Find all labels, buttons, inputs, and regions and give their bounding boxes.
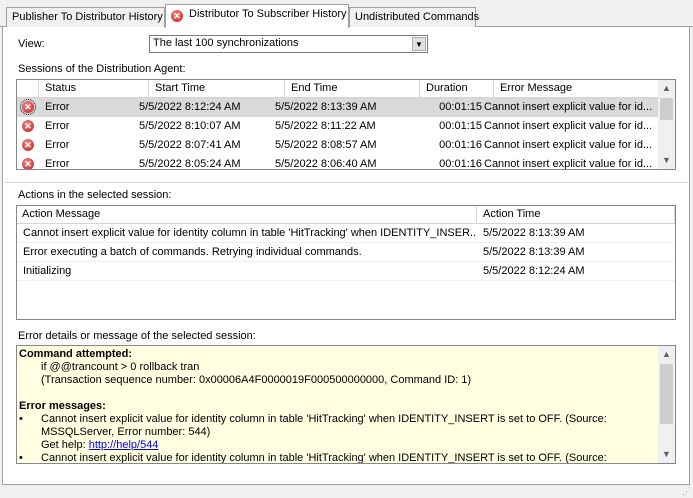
session-row[interactable]: ✕ Error 5/5/2022 8:12:24 AM 5/5/2022 8:1… <box>17 98 660 117</box>
scroll-up-icon[interactable]: ▲ <box>658 80 675 97</box>
column-header-error-message[interactable]: Error Message <box>494 80 660 98</box>
column-header-end-time[interactable]: End Time <box>285 80 420 98</box>
error-icon: ✕ <box>171 10 183 22</box>
error-icon: ✕ <box>22 139 34 151</box>
session-start-time: 5/5/2022 8:12:24 AM <box>139 101 241 113</box>
column-header-action-message[interactable]: Action Message <box>17 206 477 224</box>
action-message: Initializing <box>23 265 72 277</box>
details-label: Error details or message of the selected… <box>18 330 256 342</box>
action-row[interactable]: Error executing a batch of commands. Ret… <box>17 243 675 262</box>
scroll-thumb[interactable] <box>660 98 673 120</box>
scroll-up-icon[interactable]: ▲ <box>658 346 675 363</box>
session-end-time: 5/5/2022 8:11:22 AM <box>275 120 376 132</box>
session-error-message: Cannot insert explicit value for id... <box>484 139 653 151</box>
action-row[interactable]: Cannot insert explicit value for identit… <box>17 224 675 243</box>
error-icon: ✕ <box>22 120 34 132</box>
details-scrollbar[interactable]: ▲ ▼ <box>658 346 675 463</box>
session-row[interactable]: ✕ Error 5/5/2022 8:07:41 AM 5/5/2022 8:0… <box>17 136 660 155</box>
tab-label: Distributor To Subscriber History <box>189 8 347 20</box>
action-message: Error executing a batch of commands. Ret… <box>23 246 362 258</box>
command-heading: Command attempted: <box>19 348 133 360</box>
error-details-text: Command attempted: if @@trancount > 0 ro… <box>19 348 657 464</box>
command-line: (Transaction sequence number: 0x00006A4F… <box>41 374 472 386</box>
splitter[interactable] <box>5 182 688 183</box>
view-dropdown[interactable]: The last 100 synchronizations ▼ <box>149 35 428 53</box>
column-header-duration[interactable]: Duration <box>420 80 494 98</box>
column-header-status[interactable]: Status <box>39 80 149 98</box>
tab-label: Undistributed Commands <box>355 11 480 23</box>
scroll-down-icon[interactable]: ▼ <box>658 446 675 463</box>
session-start-time: 5/5/2022 8:07:41 AM <box>139 139 241 151</box>
error-message-item: • Cannot insert explicit value for ident… <box>19 452 657 464</box>
tab-bar: Publisher To Distributor History ✕ Distri… <box>0 0 693 28</box>
session-end-time: 5/5/2022 8:08:57 AM <box>275 139 377 151</box>
bullet-icon: • <box>19 413 23 425</box>
messages-heading: Error messages: <box>19 400 106 412</box>
actions-label: Actions in the selected session: <box>18 189 172 201</box>
session-start-time: 5/5/2022 8:10:07 AM <box>139 120 241 132</box>
sessions-label: Sessions of the Distribution Agent: <box>18 63 186 75</box>
tab-distributor-to-subscriber[interactable]: ✕ Distributor To Subscriber History <box>165 4 349 28</box>
error-icon: ✕ <box>20 99 36 115</box>
tab-label: Publisher To Distributor History <box>12 11 163 23</box>
session-error-message: Cannot insert explicit value for id... <box>484 101 653 113</box>
view-label: View: <box>18 38 45 50</box>
view-selected-value: The last 100 synchronizations <box>153 37 299 49</box>
error-message-item: • Cannot insert explicit value for ident… <box>19 413 657 439</box>
action-row[interactable]: Initializing 5/5/2022 8:12:24 AM <box>17 262 675 281</box>
scroll-down-icon[interactable]: ▼ <box>658 152 675 169</box>
help-link[interactable]: http://help/544 <box>89 439 159 451</box>
column-header-icon <box>17 80 39 98</box>
status-bar: ⋰ <box>0 485 693 498</box>
tab-publisher-to-distributor[interactable]: Publisher To Distributor History <box>6 7 165 27</box>
scroll-thumb[interactable] <box>660 364 673 424</box>
column-header-action-time[interactable]: Action Time <box>477 206 675 224</box>
session-row[interactable]: ✕ Error 5/5/2022 8:10:07 AM 5/5/2022 8:1… <box>17 117 660 136</box>
session-end-time: 5/5/2022 8:13:39 AM <box>275 101 377 113</box>
action-time: 5/5/2022 8:13:39 AM <box>483 227 585 239</box>
session-start-time: 5/5/2022 8:05:24 AM <box>139 158 241 170</box>
session-end-time: 5/5/2022 8:06:40 AM <box>275 158 377 170</box>
actions-list: Action Message Action Time Cannot insert… <box>16 205 676 320</box>
action-time: 5/5/2022 8:12:24 AM <box>483 265 585 277</box>
session-error-message: Cannot insert explicit value for id... <box>484 120 653 132</box>
column-header-start-time[interactable]: Start Time <box>149 80 285 98</box>
session-error-message: Cannot insert explicit value for id... <box>484 158 653 170</box>
error-message-text: Cannot insert explicit value for identit… <box>41 413 607 438</box>
session-row[interactable]: ✕ Error 5/5/2022 8:05:24 AM 5/5/2022 8:0… <box>17 155 660 170</box>
error-message-text: Cannot insert explicit value for identit… <box>41 452 607 464</box>
sessions-scrollbar[interactable]: ▲ ▼ <box>658 80 675 169</box>
bullet-icon: • <box>19 452 23 464</box>
chevron-down-icon[interactable]: ▼ <box>412 37 426 51</box>
error-icon: ✕ <box>22 158 34 169</box>
help-line: Get help: http://help/544 <box>19 439 657 452</box>
action-message: Cannot insert explicit value for identit… <box>23 227 477 239</box>
command-line: if @@trancount > 0 rollback tran <box>41 361 200 373</box>
error-details-box[interactable]: Command attempted: if @@trancount > 0 ro… <box>16 345 676 464</box>
resize-grip-icon[interactable]: ⋰ <box>682 486 691 497</box>
action-time: 5/5/2022 8:13:39 AM <box>483 246 585 258</box>
tab-undistributed-commands[interactable]: Undistributed Commands <box>349 7 480 27</box>
help-label: Get help: <box>41 439 86 451</box>
sessions-grid: Status Start Time End Time Duration Erro… <box>16 79 676 170</box>
